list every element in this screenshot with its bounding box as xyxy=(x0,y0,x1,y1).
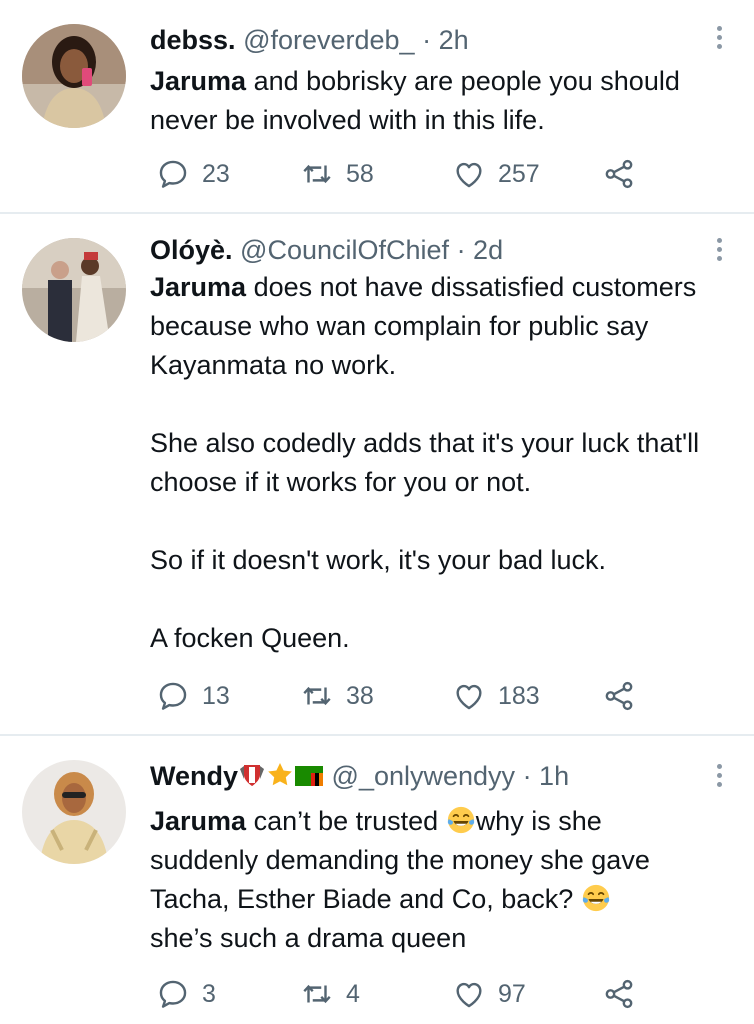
tears-of-joy-emoji-icon xyxy=(446,805,476,835)
tweet-paragraph: A focken Queen. xyxy=(150,623,350,653)
tweet-paragraph: Jaruma and bobrisky are people you shoul… xyxy=(150,62,714,140)
heart-icon xyxy=(452,157,486,191)
tweet-body: Wendy @_onlywendyy · 1h Jaruma can’t be … xyxy=(150,758,714,958)
handle[interactable]: @CouncilOfChief xyxy=(240,235,449,265)
tweet-2[interactable]: Olóyè. @CouncilOfChief · 2d Jaruma does … xyxy=(0,214,754,734)
tweet-header: Wendy @_onlywendyy · 1h xyxy=(150,758,714,798)
star-emoji-icon xyxy=(266,761,294,798)
reply-count: 3 xyxy=(202,979,216,1008)
highlighted-keyword: Jaruma xyxy=(150,806,247,836)
retweet-count: 38 xyxy=(346,681,374,710)
retweet-icon xyxy=(300,679,334,713)
like-button[interactable]: 257 xyxy=(452,154,540,194)
shield-emoji-icon xyxy=(238,761,266,798)
retweet-icon xyxy=(300,977,334,1011)
zambia-flag-icon xyxy=(294,762,324,798)
tweet-body: debss. @foreverdeb_ · 2h Jaruma and bobr… xyxy=(150,22,714,140)
tweet-text-part: can’t be trusted xyxy=(246,806,446,836)
avatar[interactable] xyxy=(22,238,126,342)
highlighted-keyword: Jaruma xyxy=(150,66,247,96)
timestamp[interactable]: · 1h xyxy=(523,761,570,791)
tweet-paragraph: So if it doesn't work, it's your bad luc… xyxy=(150,545,607,575)
like-count: 183 xyxy=(498,681,540,710)
tweet-text: Jaruma can’t be trusted why is she sudde… xyxy=(150,802,714,958)
tweet-paragraph: Jaruma can’t be trusted why is she sudde… xyxy=(150,802,714,958)
like-count: 97 xyxy=(498,979,526,1008)
more-options-icon[interactable] xyxy=(716,764,724,791)
avatar[interactable] xyxy=(22,24,126,128)
reply-icon xyxy=(156,679,190,713)
reply-count: 23 xyxy=(202,159,230,188)
avatar[interactable] xyxy=(22,760,126,864)
action-bar: 13 38 183 xyxy=(150,676,650,716)
heart-icon xyxy=(452,679,486,713)
tweet-paragraph: Jaruma does not have dissatisfied custom… xyxy=(150,268,714,385)
retweet-button[interactable]: 4 xyxy=(300,974,360,1014)
tweet-text: Jaruma and bobrisky are people you shoul… xyxy=(150,62,714,140)
action-bar: 23 58 257 xyxy=(150,154,650,194)
timestamp[interactable]: · 2h xyxy=(422,25,469,55)
like-count: 257 xyxy=(498,159,540,188)
handle[interactable]: @foreverdeb_ xyxy=(243,25,415,55)
reply-button[interactable]: 13 xyxy=(156,676,230,716)
more-options-icon[interactable] xyxy=(716,26,724,53)
share-button[interactable] xyxy=(602,974,648,1014)
tweet-body: Olóyè. @CouncilOfChief · 2d Jaruma does … xyxy=(150,232,714,658)
tweet-text: Jaruma does not have dissatisfied custom… xyxy=(150,268,714,658)
display-name[interactable]: debss. xyxy=(150,25,236,55)
display-name[interactable]: Wendy xyxy=(150,761,238,791)
timestamp[interactable]: · 2d xyxy=(457,235,504,265)
share-button[interactable] xyxy=(602,154,648,194)
reply-count: 13 xyxy=(202,681,230,710)
share-icon xyxy=(602,679,636,713)
reply-icon xyxy=(156,977,190,1011)
retweet-count: 58 xyxy=(346,159,374,188)
heart-icon xyxy=(452,977,486,1011)
retweet-icon xyxy=(300,157,334,191)
like-button[interactable]: 97 xyxy=(452,974,526,1014)
tweet-1[interactable]: debss. @foreverdeb_ · 2h Jaruma and bobr… xyxy=(0,0,754,212)
highlighted-keyword: Jaruma xyxy=(150,272,247,302)
reply-button[interactable]: 3 xyxy=(156,974,216,1014)
display-name[interactable]: Olóyè. xyxy=(150,235,233,265)
tweet-3[interactable]: Wendy @_onlywendyy · 1h Jaruma can’t be … xyxy=(0,736,754,1024)
retweet-count: 4 xyxy=(346,979,360,1008)
tweet-text-part: she’s such a drama queen xyxy=(150,923,467,953)
share-icon xyxy=(602,157,636,191)
retweet-button[interactable]: 38 xyxy=(300,676,374,716)
reply-icon xyxy=(156,157,190,191)
like-button[interactable]: 183 xyxy=(452,676,540,716)
more-options-icon[interactable] xyxy=(716,238,724,265)
retweet-button[interactable]: 58 xyxy=(300,154,374,194)
tweet-header: Olóyè. @CouncilOfChief · 2d xyxy=(150,232,714,268)
tweet-paragraph: She also codedly adds that it's your luc… xyxy=(150,428,700,497)
share-button[interactable] xyxy=(602,676,648,716)
handle[interactable]: @_onlywendyy xyxy=(332,761,516,791)
tweet-header: debss. @foreverdeb_ · 2h xyxy=(150,22,714,58)
reply-button[interactable]: 23 xyxy=(156,154,230,194)
tears-of-joy-emoji-icon xyxy=(581,883,611,913)
action-bar: 3 4 97 xyxy=(150,974,650,1014)
share-icon xyxy=(602,977,636,1011)
